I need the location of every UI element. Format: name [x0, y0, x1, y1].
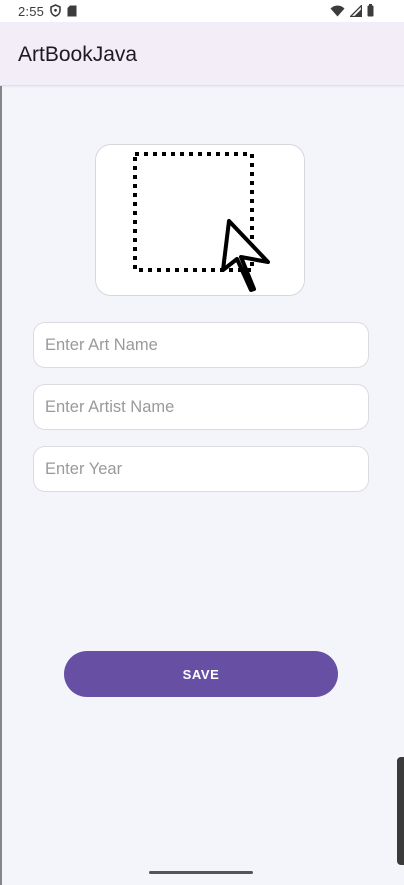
signal-icon	[348, 3, 363, 20]
image-picker[interactable]	[95, 144, 305, 296]
save-button[interactable]: SAVE	[64, 651, 338, 697]
shield-icon	[50, 4, 61, 20]
artist-name-input[interactable]	[34, 385, 368, 429]
artist-name-field[interactable]	[33, 384, 369, 430]
sd-card-icon	[67, 5, 77, 20]
select-image-cursor-icon	[133, 152, 270, 292]
year-input[interactable]	[34, 447, 368, 491]
gesture-navigation-bar[interactable]	[149, 871, 253, 874]
side-panel-handle[interactable]	[397, 757, 404, 865]
app-title: ArtBookJava	[18, 43, 138, 66]
battery-icon	[367, 4, 374, 20]
status-right-icons	[330, 3, 374, 20]
status-bar: 2:55	[0, 0, 404, 22]
wifi-icon	[330, 5, 345, 20]
status-left-icons	[50, 4, 77, 20]
art-name-field[interactable]	[33, 322, 369, 368]
status-time: 2:55	[18, 4, 45, 19]
year-field[interactable]	[33, 446, 369, 492]
art-name-input[interactable]	[34, 323, 368, 367]
app-bar: ArtBookJava	[0, 22, 404, 86]
screen-edge	[0, 86, 2, 885]
screen: 2:55 ArtBookJava Enter Art Name Enter Ar…	[0, 0, 404, 885]
